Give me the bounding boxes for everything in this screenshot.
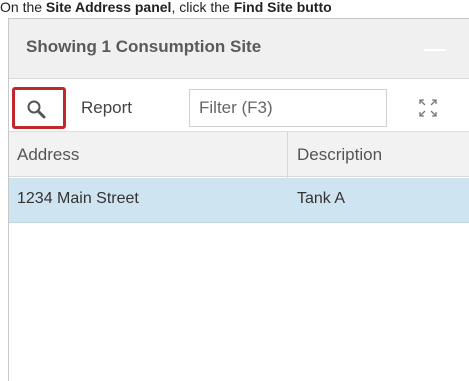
instruction-panel-name: Site Address panel xyxy=(45,0,172,15)
consumption-site-panel: Showing 1 Consumption Site Report Addres… xyxy=(8,18,469,381)
instruction-middle: , click the xyxy=(171,0,234,15)
column-header-address[interactable]: Address xyxy=(17,145,79,165)
column-divider[interactable] xyxy=(287,132,288,178)
filter-input[interactable] xyxy=(189,89,387,127)
panel-header: Showing 1 Consumption Site xyxy=(9,19,469,79)
instruction-prefix: On the xyxy=(0,0,46,15)
panel-title: Showing 1 Consumption Site xyxy=(26,37,262,56)
column-header-description[interactable]: Description xyxy=(297,145,382,165)
cell-description: Tank A xyxy=(297,190,346,207)
search-icon xyxy=(27,100,46,119)
find-site-button[interactable] xyxy=(12,87,66,129)
expand-icon[interactable] xyxy=(417,97,439,119)
report-button[interactable]: Report xyxy=(81,98,132,118)
cell-address: 1234 Main Street xyxy=(17,190,139,207)
grid-header: Address Description xyxy=(9,131,469,178)
table-row[interactable]: 1234 Main Street Tank A xyxy=(9,178,469,223)
instruction-button-name: Find Site butto xyxy=(233,0,332,15)
minimize-icon[interactable] xyxy=(424,49,446,51)
instruction-text: On the Site Address panel, click the Fin… xyxy=(0,0,469,20)
